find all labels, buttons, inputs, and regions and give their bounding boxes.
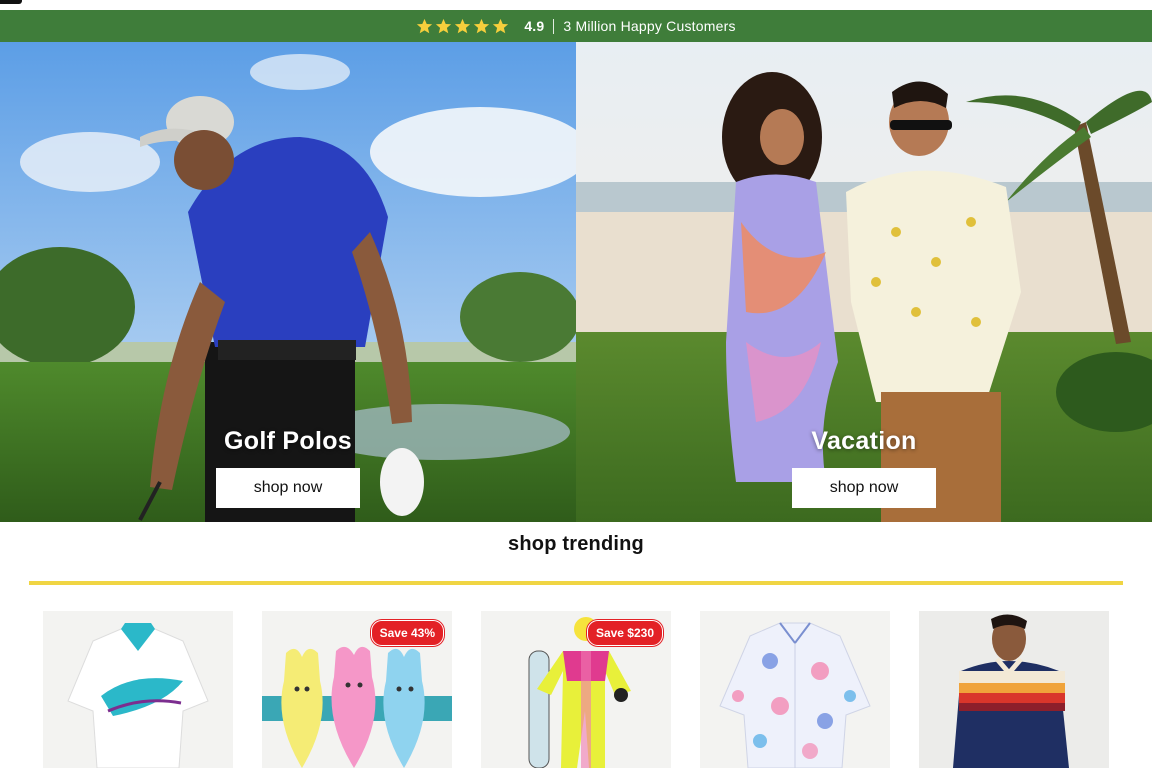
star-icon <box>474 18 490 33</box>
star-icon <box>493 18 509 33</box>
product-image <box>953 614 1069 768</box>
section-title: shop trending <box>508 533 644 555</box>
product-image <box>67 623 209 768</box>
rating-stars <box>416 18 509 35</box>
product-image <box>719 622 871 768</box>
product-card-polo[interactable] <box>43 611 233 768</box>
save-badge: Save 43% <box>370 620 444 646</box>
product-card-ski-suit[interactable]: Save $230 <box>481 611 671 768</box>
hero-title: Golf Polos <box>224 427 352 455</box>
star-icon <box>436 18 452 33</box>
customer-count: 3 Million Happy Customers <box>563 18 736 34</box>
trending-products: Save 43% Save $230 <box>43 611 1109 768</box>
save-badge: Save $230 <box>586 620 663 646</box>
hero-golf-polos[interactable]: Golf Polos shop now <box>0 42 576 522</box>
logo-fragment <box>0 0 22 4</box>
top-nav-edge <box>0 0 1152 10</box>
hero-title: Vacation <box>811 427 917 455</box>
product-card-peeps[interactable]: Save 43% <box>262 611 452 768</box>
star-icon <box>417 18 433 33</box>
hero-vacation[interactable]: Vacation shop now <box>576 42 1152 522</box>
shop-now-button[interactable]: shop now <box>792 468 936 508</box>
shop-now-button[interactable]: shop now <box>216 468 360 508</box>
product-card-floral-shirt[interactable] <box>700 611 890 768</box>
star-icon <box>455 18 471 33</box>
section-divider <box>29 581 1123 585</box>
rating-value: 4.9 <box>524 18 545 34</box>
promo-divider <box>553 18 555 34</box>
product-card-striped-polo[interactable] <box>919 611 1109 768</box>
promo-bar: 4.9 3 Million Happy Customers <box>0 10 1152 42</box>
